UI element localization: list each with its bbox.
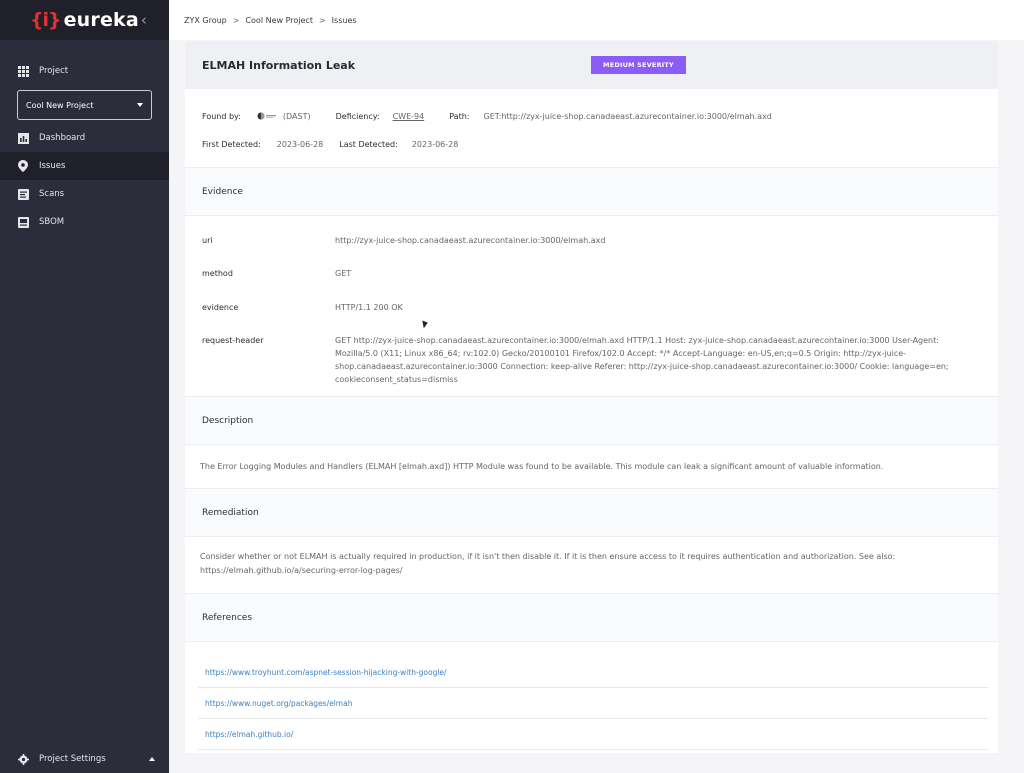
logo-mark: {i} bbox=[30, 9, 62, 31]
chevron-up-icon bbox=[149, 757, 155, 761]
deficiency-label: Deficiency: bbox=[335, 111, 380, 121]
description-heading: Description bbox=[185, 396, 998, 445]
sidebar-item-label: Issues bbox=[39, 161, 66, 171]
chevron-down-icon bbox=[137, 103, 143, 107]
collapse-sidebar-icon[interactable]: ‹ bbox=[141, 11, 147, 29]
sidebar-item-label: Dashboard bbox=[39, 133, 86, 143]
evidence-value: GET http://zyx-juice-shop.canadaeast.azu… bbox=[335, 336, 949, 384]
breadcrumb-issues[interactable]: Issues bbox=[332, 16, 357, 25]
scanner-logo-icon bbox=[257, 112, 277, 120]
chart-icon bbox=[17, 132, 29, 144]
sidebar-item-label: Project bbox=[39, 66, 69, 76]
first-detected-value: 2023-06-28 bbox=[276, 139, 324, 149]
project-select[interactable]: Cool New Project bbox=[17, 90, 152, 120]
evidence-row: uri http://zyx-juice-shop.canadaeast.azu… bbox=[185, 234, 998, 267]
sidebar-item-label: SBOM bbox=[39, 217, 65, 227]
sidebar-item-scans[interactable]: Scans bbox=[0, 180, 169, 208]
scan-icon bbox=[17, 188, 29, 200]
sidebar-item-project: Project bbox=[0, 57, 169, 85]
reference-link[interactable]: https://elmah.github.io/ bbox=[198, 719, 988, 750]
found-by-label: Found by: bbox=[202, 111, 241, 121]
sidebar-item-dashboard[interactable]: Dashboard bbox=[0, 124, 169, 152]
evidence-key: method bbox=[202, 269, 233, 278]
evidence-value: GET bbox=[335, 269, 352, 278]
references-list: https://www.troyhunt.com/aspnet-session-… bbox=[198, 657, 988, 750]
reference-link[interactable]: https://www.nuget.org/packages/elmah bbox=[198, 688, 988, 719]
evidence-key: request-header bbox=[202, 336, 264, 345]
evidence-table: uri http://zyx-juice-shop.canadaeast.azu… bbox=[185, 216, 998, 396]
document-icon bbox=[17, 216, 29, 228]
found-by-value: (DAST) bbox=[282, 111, 311, 121]
pin-icon bbox=[17, 160, 29, 172]
issue-header: ELMAH Information Leak MEDIUM SEVERITY bbox=[185, 41, 998, 89]
project-select-value: Cool New Project bbox=[26, 100, 94, 110]
description-text: The Error Logging Modules and Handlers (… bbox=[200, 462, 884, 471]
first-detected-label: First Detected: bbox=[202, 139, 261, 149]
page-title: ELMAH Information Leak bbox=[202, 58, 356, 72]
breadcrumb-org[interactable]: ZYX Group bbox=[184, 16, 227, 25]
evidence-value: HTTP/1.1 200 OK bbox=[335, 303, 403, 312]
remediation-text: Consider whether or not ELMAH is actuall… bbox=[200, 552, 896, 575]
evidence-row: evidence HTTP/1.1 200 OK bbox=[185, 301, 998, 334]
logo-bar: {i} eureka ‹ bbox=[0, 0, 169, 40]
breadcrumb: ZYX Group > Cool New Project > Issues bbox=[169, 0, 1024, 40]
deficiency-link[interactable]: CWE-94 bbox=[393, 112, 425, 121]
sidebar-item-label: Scans bbox=[39, 189, 65, 199]
severity-badge: MEDIUM SEVERITY bbox=[591, 56, 686, 74]
evidence-row: method GET bbox=[185, 267, 998, 301]
last-detected-value: 2023-06-28 bbox=[411, 139, 459, 149]
evidence-key: evidence bbox=[202, 303, 239, 312]
path-label: Path: bbox=[449, 111, 470, 121]
gear-icon bbox=[17, 753, 29, 765]
breadcrumb-separator: > bbox=[318, 15, 326, 25]
evidence-key: uri bbox=[202, 236, 213, 245]
issue-detail: ELMAH Information Leak MEDIUM SEVERITY F… bbox=[185, 41, 998, 753]
settings-label: Project Settings bbox=[39, 754, 106, 764]
grid-icon bbox=[17, 65, 29, 77]
sidebar: {i} eureka ‹ Project Cool New Project Da… bbox=[0, 0, 169, 773]
last-detected-label: Last Detected: bbox=[339, 139, 398, 149]
sidebar-item-issues[interactable]: Issues bbox=[0, 152, 169, 180]
references-heading: References bbox=[185, 593, 998, 642]
evidence-row: request-header GET http://zyx-juice-shop… bbox=[185, 334, 998, 396]
breadcrumb-project[interactable]: Cool New Project bbox=[245, 16, 313, 25]
path-value: GET:http://zyx-juice-shop.canadaeast.azu… bbox=[483, 111, 772, 121]
logo-text: eureka bbox=[63, 9, 139, 31]
breadcrumb-separator: > bbox=[232, 15, 240, 25]
sidebar-item-sbom[interactable]: SBOM bbox=[0, 208, 169, 236]
project-settings-button[interactable]: Project Settings bbox=[0, 745, 169, 773]
issue-meta: Found by: (DAST) Deficiency: CWE-94 Path… bbox=[185, 109, 998, 151]
evidence-value: http://zyx-juice-shop.canadaeast.azureco… bbox=[335, 236, 606, 245]
remediation-heading: Remediation bbox=[185, 488, 998, 537]
evidence-heading: Evidence bbox=[185, 167, 998, 216]
reference-link[interactable]: https://www.troyhunt.com/aspnet-session-… bbox=[198, 657, 988, 688]
